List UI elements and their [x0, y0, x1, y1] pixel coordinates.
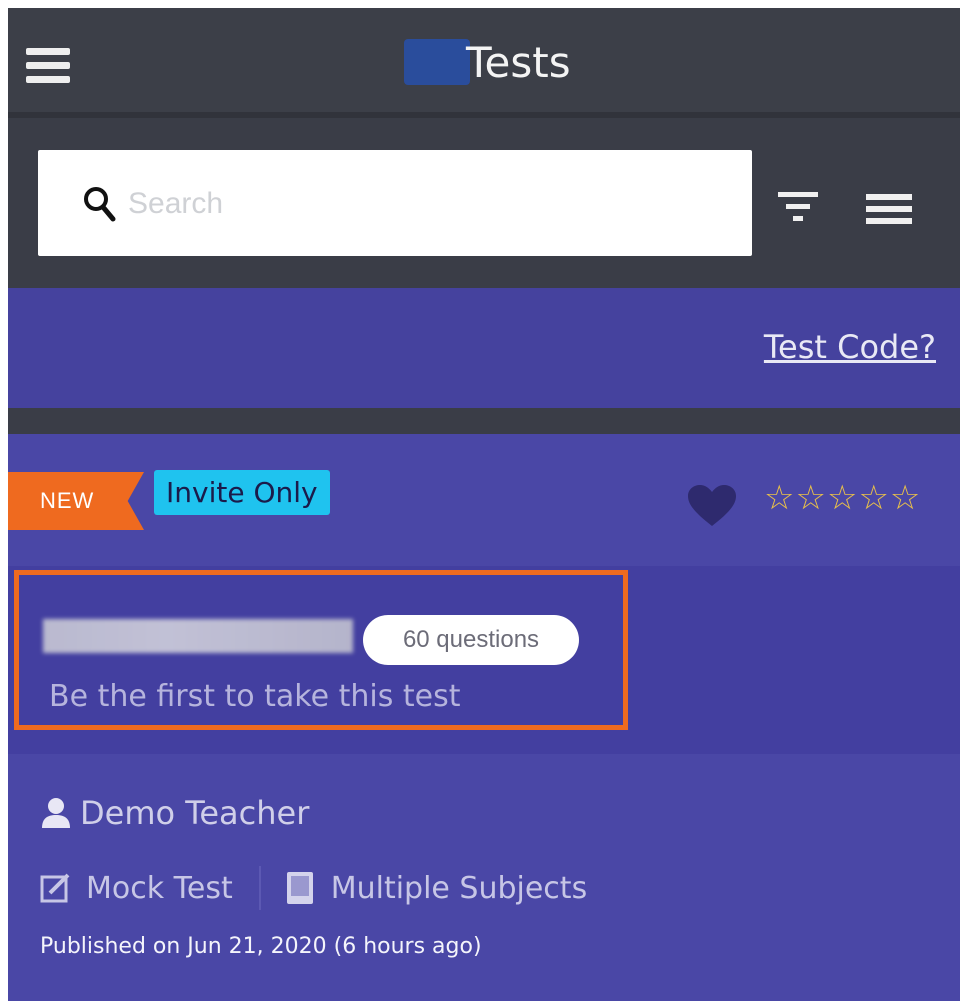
search-band [8, 112, 960, 288]
test-card[interactable]: NEW Invite Only ☆☆☆☆☆ 60 questions Be th… [8, 434, 960, 1001]
section-divider [8, 408, 960, 434]
filter-icon[interactable] [778, 188, 818, 228]
app-title: Tests [466, 37, 571, 87]
test-name-redacted[interactable] [43, 619, 353, 653]
heart-icon[interactable] [686, 484, 738, 528]
new-ribbon: NEW [8, 472, 144, 530]
search-input[interactable] [126, 178, 730, 230]
test-code-link[interactable]: Test Code? [764, 328, 936, 366]
search-icon [84, 187, 116, 222]
app-logo-icon [404, 39, 470, 85]
search-box[interactable] [38, 150, 752, 256]
edit-icon [40, 873, 70, 903]
hamburger-menu-icon[interactable] [26, 48, 70, 84]
highlight-box: 60 questions Be the first to take this t… [14, 570, 628, 730]
author-row: Demo Teacher [40, 794, 309, 832]
questions-count-pill: 60 questions [363, 615, 579, 665]
page: Tests Test Code? NEW Invite O [0, 0, 960, 1001]
app-brand[interactable]: Tests [404, 32, 571, 92]
app-bar: Tests [8, 8, 960, 112]
book-icon [286, 872, 313, 904]
published-date: Published on Jun 21, 2020 (6 hours ago) [40, 934, 482, 959]
test-code-band: Test Code? [8, 288, 960, 408]
author-name[interactable]: Demo Teacher [80, 794, 309, 832]
star-rating[interactable]: ☆☆☆☆☆ [764, 478, 921, 518]
test-subjects-label: Multiple Subjects [330, 870, 588, 906]
test-subjects: Multiple Subjects [286, 870, 588, 906]
invite-only-badge: Invite Only [154, 470, 330, 515]
card-info: 60 questions Be the first to take this t… [8, 566, 960, 754]
person-icon [42, 798, 70, 828]
test-subtitle: Be the first to take this test [49, 679, 461, 714]
list-view-icon[interactable] [866, 194, 912, 224]
test-type: Mock Test [40, 871, 233, 906]
meta-row: Mock Test Multiple Subjects [40, 866, 587, 910]
test-type-label: Mock Test [86, 870, 233, 906]
meta-divider [258, 866, 261, 910]
card-header: NEW Invite Only ☆☆☆☆☆ [8, 434, 960, 566]
